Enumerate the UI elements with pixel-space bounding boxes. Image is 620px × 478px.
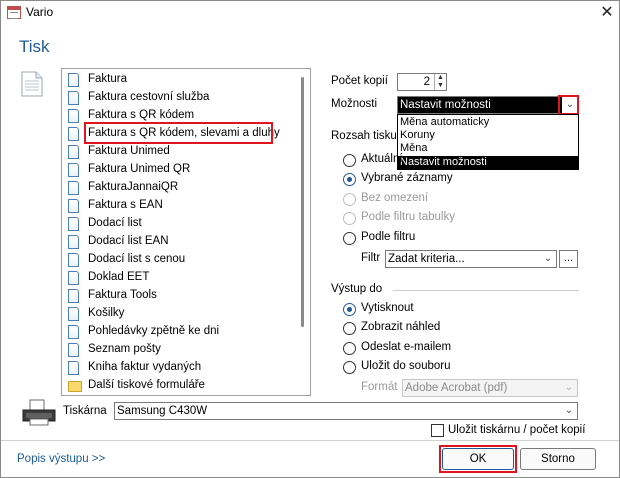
output-group-label: Výstup do [331,283,383,295]
printer-icon [22,399,56,426]
printer-select[interactable]: Samsung C430W ⌄ [114,402,578,420]
list-item[interactable]: Faktura [68,71,298,89]
document-icon [68,181,79,195]
document-icon [68,361,79,375]
document-icon [68,325,79,339]
output-description-link[interactable]: Popis výstupu >> [17,453,105,465]
list-item[interactable]: Doklad EET [68,269,298,287]
document-preview-icon [21,71,43,97]
spin-arrows-icon[interactable]: ▲ ▼ [434,74,446,90]
highlight-ok-button [439,445,517,473]
document-icon [68,343,79,357]
list-item-folder[interactable]: Další tiskové formuláře [68,377,298,395]
list-item[interactable]: Faktura cestovní služba [68,89,298,107]
highlight-selected-form [84,122,273,144]
filter-more-button[interactable]: ... [559,250,578,268]
radio-no-limit[interactable] [343,193,356,206]
document-icon [68,91,79,105]
radio-print-label: Vytisknout [361,302,414,314]
list-item[interactable]: Kniha faktur vydaných [68,359,298,377]
possibilities-label: Možnosti [331,98,378,110]
chevron-down-icon[interactable]: ⌄ [561,403,577,419]
radio-email-label: Odeslat e-mailem [361,341,452,353]
list-item[interactable]: Dodací list [68,215,298,233]
document-icon [68,163,79,177]
output-separator [393,290,579,291]
dropdown-option[interactable]: Měna automaticky [398,116,578,129]
list-item[interactable]: Faktura Unimed QR [68,161,298,179]
radio-print[interactable] [343,303,356,316]
radio-selected-records-label: Vybrané záznamy [361,172,453,184]
list-item[interactable]: Faktura Tools [68,287,298,305]
chevron-down-icon[interactable]: ⌄ [561,380,577,396]
chevron-down-icon[interactable]: ⌄ [540,251,556,267]
copies-label: Počet kopií [331,75,388,87]
list-item[interactable]: Seznam pošty [68,341,298,359]
copies-value: 2 [423,76,430,88]
document-icon [68,73,79,87]
radio-save-file-label: Uložit do souboru [361,360,451,372]
radio-save-file[interactable] [343,361,356,374]
list-item[interactable]: Faktura s EAN [68,197,298,215]
radio-by-filter[interactable] [343,232,356,245]
radio-table-filter[interactable] [343,212,356,225]
radio-table-filter-label: Podle filtru tabulky [361,211,455,223]
document-icon [68,235,79,249]
format-label: Formát [361,381,398,393]
footer-separator [1,440,619,441]
scrollbar-thumb[interactable] [301,77,304,327]
list-item[interactable]: Dodací list EAN [68,233,298,251]
range-group-label: Rozsah tisku [331,130,397,142]
filter-label: Filtr [361,252,381,264]
list-item[interactable]: Faktura Unimed [68,143,298,161]
list-item[interactable]: FakturaJannaiQR [68,179,298,197]
format-value: Adobe Acrobat (pdf) [405,382,508,394]
copies-stepper[interactable]: 2 ▲ ▼ [397,73,447,91]
radio-current-label: Aktuální [361,153,403,165]
list-item[interactable]: Dodací list s cenou [68,251,298,269]
possibilities-value: Nastavit možnosti [400,99,491,111]
list-item[interactable]: Košilky [68,305,298,323]
dropdown-option[interactable]: Koruny [398,129,578,142]
save-printer-checkbox[interactable] [431,424,444,437]
radio-selected-records[interactable] [343,173,356,186]
close-icon[interactable]: ✕ [595,2,619,24]
document-icon [68,271,79,285]
radio-preview-label: Zobrazit náhled [361,321,441,333]
document-icon [68,307,79,321]
document-icon [68,289,79,303]
possibilities-select[interactable]: Nastavit možnosti ⌄ [397,96,579,114]
title-bar: Vario ✕ [1,1,619,25]
folder-icon [68,381,82,392]
filter-select[interactable]: Zadat kriteria... ⌄ [385,250,557,268]
filter-value: Zadat kriteria... [388,253,465,265]
document-icon [68,217,79,231]
dropdown-option[interactable]: Měna [398,142,578,155]
document-icon [68,109,79,123]
print-form-list[interactable]: Faktura Faktura cestovní služba Faktura … [61,68,311,396]
list-scrollbar[interactable] [298,71,308,393]
app-icon [7,6,21,19]
radio-current[interactable] [343,154,356,167]
radio-preview[interactable] [343,322,356,335]
window-title: Vario [26,5,54,19]
document-icon [68,127,79,141]
dropdown-option-selected[interactable]: Nastavit možnosti [398,156,578,169]
possibilities-dropdown-list[interactable]: Měna automaticky Koruny Měna Nastavit mo… [397,114,579,170]
radio-email[interactable] [343,342,356,355]
save-printer-label: Uložit tiskárnu / počet kopií [448,424,586,436]
printer-value: Samsung C430W [117,405,208,417]
page-title: Tisk [19,37,50,56]
print-dialog: Vario ✕ Tisk Faktura Faktura cestovní sl… [0,0,620,478]
radio-no-limit-label: Bez omezení [361,192,429,204]
printer-label: Tiskárna [63,405,107,417]
radio-by-filter-label: Podle filtru [361,231,416,243]
cancel-button[interactable]: Storno [520,448,596,470]
document-icon [68,145,79,159]
document-icon [68,199,79,213]
document-icon [68,253,79,267]
highlight-dropdown-arrow [558,95,579,115]
format-select[interactable]: Adobe Acrobat (pdf) ⌄ [402,379,578,397]
list-item[interactable]: Pohledávky zpětně ke dni [68,323,298,341]
